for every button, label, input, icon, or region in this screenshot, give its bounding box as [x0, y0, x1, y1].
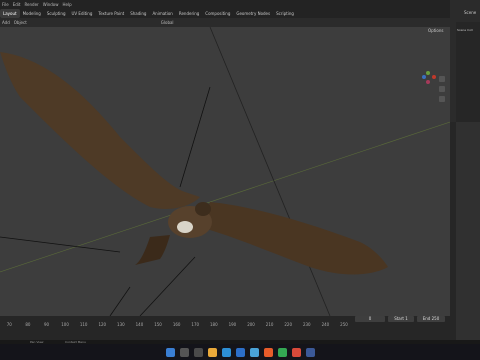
eagle-model: [0, 52, 388, 275]
app-icon[interactable]: [291, 347, 301, 357]
camera-line: [179, 86, 211, 188]
tick-label: 130: [117, 322, 125, 327]
search-icon[interactable]: [179, 347, 189, 357]
add-menu[interactable]: Add: [0, 20, 12, 25]
app-icon[interactable]: [305, 347, 315, 357]
tick-label: 140: [135, 322, 144, 327]
workspace-tabs: Layout Modeling Sculpting UV Editing Tex…: [0, 9, 297, 18]
tick-label: 70: [6, 322, 12, 327]
start-icon[interactable]: [165, 347, 175, 357]
blender-icon[interactable]: [263, 347, 273, 357]
tab-scripting[interactable]: Scripting: [273, 9, 297, 18]
viewport-header: Add Object Global: [0, 18, 450, 27]
file-explorer-icon[interactable]: [207, 347, 217, 357]
menu-render[interactable]: Render: [22, 0, 40, 9]
start-frame-field[interactable]: Start 1: [388, 316, 414, 322]
outliner[interactable]: Scene Coll: [456, 22, 480, 122]
y-axis-icon: [426, 71, 430, 75]
tick-label: 230: [302, 322, 311, 327]
tick-label: 210: [265, 322, 274, 327]
right-wing: [200, 202, 388, 275]
tab-sculpting[interactable]: Sculpting: [44, 9, 69, 18]
tab-modeling[interactable]: Modeling: [20, 9, 44, 18]
mail-icon[interactable]: [249, 347, 259, 357]
options-button[interactable]: Options: [428, 28, 443, 33]
3d-viewport[interactable]: [0, 27, 450, 316]
top-bar: File Edit Render Window Help Layout Mode…: [0, 0, 480, 18]
viewport-canvas: [0, 27, 450, 316]
eagle-chest: [177, 221, 193, 233]
main-menu: File Edit Render Window Help: [0, 0, 74, 9]
menu-window[interactable]: Window: [41, 0, 61, 9]
tick-label: 180: [210, 322, 218, 327]
tick-label: 110: [79, 322, 88, 327]
eagle-head: [195, 202, 211, 216]
tick-label: 190: [228, 322, 237, 327]
tab-layout[interactable]: Layout: [0, 9, 20, 18]
tick-label: 170: [191, 322, 200, 327]
store-icon[interactable]: [235, 347, 245, 357]
start-value: 1: [405, 316, 408, 321]
pan-hand-icon[interactable]: [439, 86, 445, 92]
end-value: 250: [431, 316, 440, 321]
end-label: End: [422, 316, 431, 321]
object-menu[interactable]: Object: [12, 20, 29, 25]
tab-compositing[interactable]: Compositing: [202, 9, 233, 18]
scene-label: Scene: [464, 10, 477, 15]
grid-line: [0, 121, 450, 273]
edge-icon[interactable]: [221, 347, 231, 357]
neg-axis-icon: [426, 80, 430, 84]
tab-texture-paint[interactable]: Texture Paint: [95, 9, 127, 18]
zoom-icon[interactable]: [439, 76, 445, 82]
camera-line: [139, 256, 196, 316]
tab-geometry-nodes[interactable]: Geometry Nodes: [233, 9, 273, 18]
properties-panel[interactable]: [456, 122, 480, 340]
menu-help[interactable]: Help: [60, 0, 73, 9]
camera-line: [209, 27, 331, 316]
menu-file[interactable]: File: [0, 0, 11, 9]
tick-label: 240: [321, 322, 330, 327]
camera-line: [109, 286, 131, 316]
tick-label: 80: [25, 322, 31, 327]
tick-label: 120: [98, 322, 107, 327]
tick-label: 250: [340, 322, 348, 327]
start-label: Start: [394, 316, 404, 321]
left-wing: [0, 52, 200, 209]
tab-shading[interactable]: Shading: [127, 9, 149, 18]
chrome-icon[interactable]: [277, 347, 287, 357]
camera-line: [0, 236, 121, 253]
tick-label: 90: [43, 322, 50, 327]
x-axis-icon: [432, 75, 436, 79]
tick-label: 220: [284, 322, 293, 327]
tab-rendering[interactable]: Rendering: [176, 9, 202, 18]
eagle-tail: [135, 235, 170, 265]
end-frame-field[interactable]: End 250: [417, 316, 445, 322]
tick-label: 200: [247, 322, 255, 327]
navigation-gizmo[interactable]: [418, 67, 438, 87]
outliner-collection[interactable]: Scene Coll: [457, 28, 473, 32]
task-view-icon[interactable]: [193, 347, 203, 357]
z-axis-icon: [422, 75, 426, 79]
orientation-select[interactable]: Global: [159, 20, 176, 25]
windows-taskbar: [0, 344, 480, 360]
tick-label: 160: [172, 322, 181, 327]
tab-uv-editing[interactable]: UV Editing: [69, 9, 96, 18]
menu-edit[interactable]: Edit: [11, 0, 23, 9]
current-frame-field[interactable]: 0: [355, 316, 385, 322]
tick-label: 150: [154, 322, 162, 327]
tick-label: 100: [61, 322, 69, 327]
tab-animation[interactable]: Animation: [149, 9, 175, 18]
camera-view-icon[interactable]: [439, 96, 445, 102]
